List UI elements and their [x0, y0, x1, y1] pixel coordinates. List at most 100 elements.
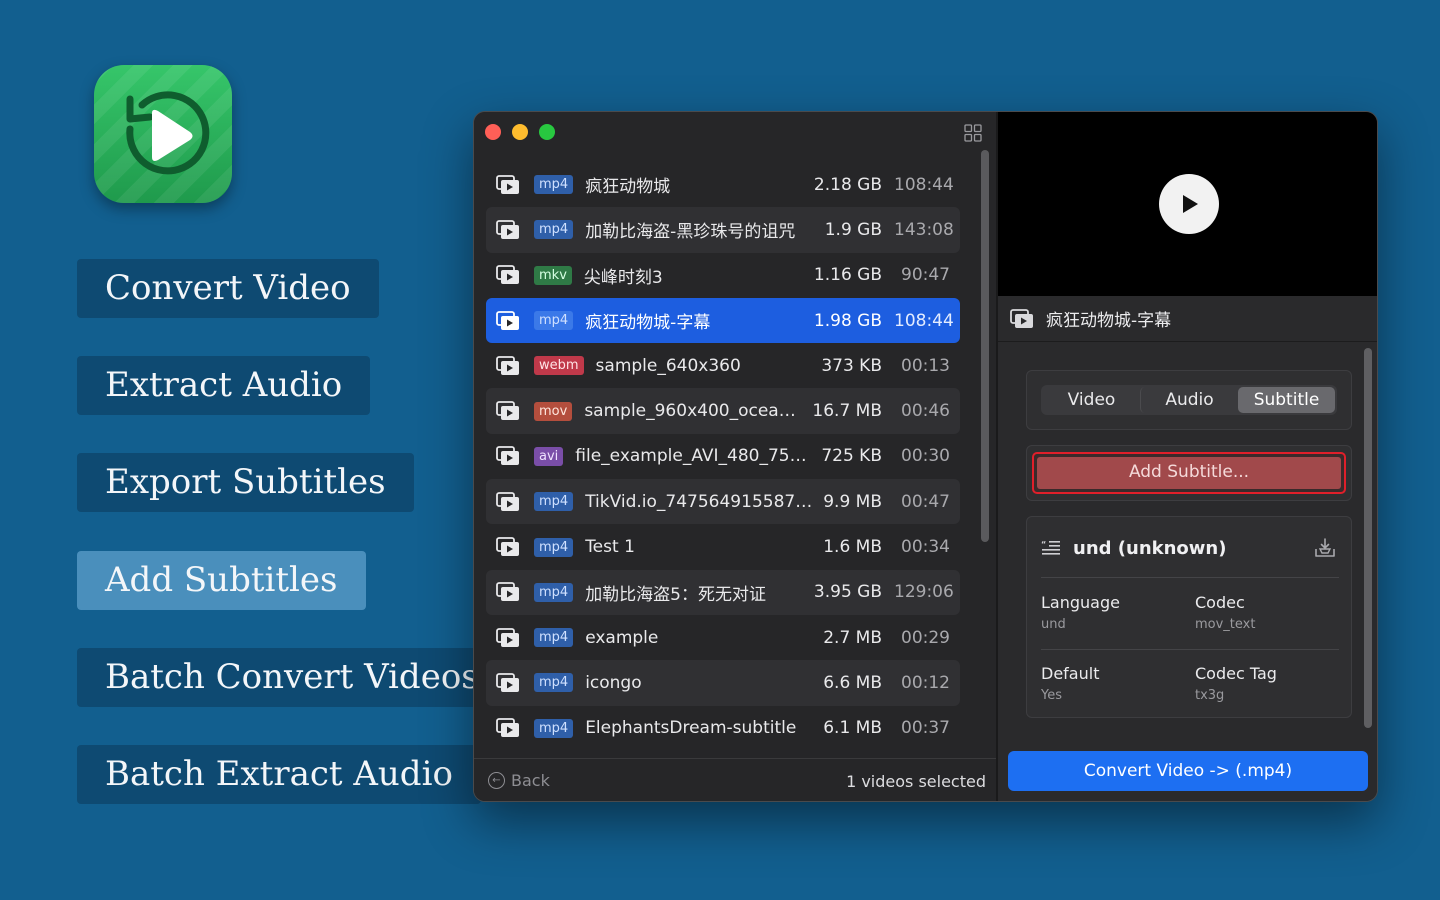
file-duration: 108:44	[894, 174, 954, 195]
file-row[interactable]: mov sample_960x400_ocean... 16.7 MB 00:46	[486, 388, 960, 434]
format-badge: mp4	[534, 628, 574, 648]
file-size: 725 KB	[821, 446, 882, 467]
file-duration: 143:08	[894, 219, 954, 240]
feature-extract-audio: Extract Audio	[77, 356, 371, 415]
zoom-window-button[interactable]	[539, 124, 555, 140]
video-file-icon	[1010, 308, 1033, 328]
file-row[interactable]: mp4 加勒比海盗-黑珍珠号的诅咒 1.9 GB 143:08	[486, 207, 960, 253]
info-divider	[1041, 577, 1339, 578]
file-duration: 90:47	[901, 265, 950, 286]
file-row[interactable]: mp4 疯狂动物城-字幕 1.98 GB 108:44	[486, 297, 960, 344]
file-row[interactable]: webm sample_640x360 373 KB 00:13	[486, 343, 960, 388]
video-file-icon	[496, 446, 519, 466]
file-row[interactable]: mp4 TikVid.io_7475649155877... 9.9 MB 00:47	[486, 479, 960, 525]
list-footer: ← Back 1 videos selected	[474, 758, 996, 801]
window-controls	[485, 124, 555, 140]
tab-subtitle[interactable]: Subtitle	[1238, 387, 1335, 413]
feature-export-subtitles: Export Subtitles	[77, 453, 414, 512]
field-codec: Codec mov_text	[1195, 593, 1255, 632]
file-size: 2.7 MB	[823, 627, 882, 648]
export-subtitle-icon[interactable]	[1313, 537, 1337, 559]
video-file-icon	[496, 220, 519, 239]
format-badge: mov	[534, 401, 573, 421]
file-name: TikVid.io_7475649155877...	[585, 491, 814, 512]
app-window: mp4 疯狂动物城 2.18 GB 108:44 mp4 加勒比海盗-黑珍珠号的诅咒 1.9…	[473, 111, 1378, 802]
file-duration: 00:12	[901, 672, 950, 693]
file-size: 2.18 GB	[813, 174, 882, 195]
format-badge: mp4	[534, 175, 574, 195]
file-name: 加勒比海盗-黑珍珠号的诅咒	[585, 222, 796, 243]
scrollbar-thumb[interactable]	[981, 150, 989, 542]
file-name: file_example_AVI_480_750...	[575, 446, 812, 467]
file-size: 1.9 GB	[824, 219, 882, 240]
video-file-icon	[496, 582, 519, 602]
file-name: Test 1	[585, 537, 635, 558]
add-subtitle-button[interactable]: Add Subtitle...	[1032, 452, 1346, 494]
file-name: 加勒比海盗5：死无对证	[585, 584, 767, 605]
file-size: 373 KB	[821, 355, 882, 376]
play-button[interactable]	[1159, 174, 1219, 234]
tab-audio[interactable]: Audio	[1140, 387, 1238, 413]
file-row[interactable]: mp4 加勒比海盗5：死无对证 3.95 GB 129:06	[486, 569, 960, 615]
file-row[interactable]: mp4 icongo 6.6 MB 00:12	[486, 660, 960, 706]
file-name: sample_960x400_ocean...	[584, 401, 803, 422]
feature-convert-video: Convert Video	[77, 259, 379, 318]
video-file-icon	[496, 265, 519, 285]
file-size: 16.7 MB	[812, 401, 882, 422]
file-row[interactable]: mp4 example 2.7 MB 00:29	[486, 615, 960, 660]
file-duration: 00:37	[901, 718, 950, 739]
field-codec-tag: Codec Tag tx3g	[1195, 664, 1277, 703]
file-duration: 00:34	[901, 537, 950, 558]
file-row[interactable]: mp4 Test 1 1.6 MB 00:34	[486, 524, 960, 569]
file-name: 疯狂动物城-字幕	[585, 313, 711, 334]
file-duration: 00:46	[901, 401, 950, 422]
back-button[interactable]: ← Back	[488, 771, 550, 790]
field-key: Language	[1041, 593, 1120, 612]
track-header: “ und (unknown)	[1041, 533, 1337, 563]
subtitle-track-info: “ und (unknown) Language und Codec mov_t…	[1026, 516, 1352, 718]
feature-add-subtitles: Add Subtitles	[77, 551, 366, 610]
file-size: 1.6 MB	[823, 537, 882, 558]
stream-type-segmented-control: Video Audio Subtitle	[1041, 385, 1337, 415]
play-icon	[1183, 195, 1198, 213]
video-file-icon	[496, 310, 519, 330]
video-file-icon	[496, 673, 519, 692]
file-name: ElephantsDream-subtitle	[585, 718, 797, 739]
file-duration: 00:13	[901, 355, 950, 376]
field-key: Codec Tag	[1195, 664, 1277, 683]
file-row[interactable]: mkv 尖峰时刻3 1.16 GB 90:47	[486, 253, 960, 298]
file-row[interactable]: mp4 疯狂动物城 2.18 GB 108:44	[486, 162, 960, 207]
file-size: 1.98 GB	[813, 310, 882, 331]
file-list-scrollbar[interactable]	[980, 150, 990, 760]
selected-video-title: 疯狂动物城-字幕	[1046, 311, 1172, 331]
svg-text:“: “	[1041, 540, 1046, 549]
grid-view-icon[interactable]	[964, 124, 982, 142]
field-language: Language und	[1041, 593, 1120, 632]
convert-video-button[interactable]: Convert Video -> (.mp4)	[1008, 751, 1368, 791]
tab-video[interactable]: Video	[1043, 387, 1140, 413]
file-name: 疯狂动物城	[585, 177, 671, 198]
detail-scrollbar[interactable]	[1363, 348, 1373, 734]
file-size: 3.95 GB	[813, 582, 882, 603]
field-key: Codec	[1195, 593, 1245, 612]
app-icon	[94, 65, 232, 203]
feature-batch-extract-audio: Batch Extract Audio	[77, 745, 481, 804]
close-window-button[interactable]	[485, 124, 501, 140]
file-row[interactable]: mp4 ElephantsDream-subtitle 6.1 MB 00:37	[486, 706, 960, 751]
video-file-icon	[496, 537, 519, 557]
format-badge: mp4	[534, 537, 574, 557]
info-divider	[1041, 649, 1339, 650]
back-arrow-icon: ←	[488, 772, 505, 789]
add-subtitle-box: Add Subtitle...	[1026, 445, 1352, 501]
file-name: sample_640x360	[595, 355, 741, 376]
format-badge: avi	[534, 446, 564, 466]
minimize-window-button[interactable]	[512, 124, 528, 140]
file-size: 6.6 MB	[823, 672, 882, 693]
file-name: example	[585, 627, 659, 648]
add-subtitle-label: Add Subtitle...	[1037, 457, 1341, 489]
scrollbar-thumb[interactable]	[1364, 348, 1372, 728]
field-value: Yes	[1041, 688, 1062, 703]
file-row[interactable]: avi file_example_AVI_480_750... 725 KB 00:3…	[486, 434, 960, 479]
file-duration: 00:47	[901, 491, 950, 512]
video-preview[interactable]	[998, 112, 1377, 296]
